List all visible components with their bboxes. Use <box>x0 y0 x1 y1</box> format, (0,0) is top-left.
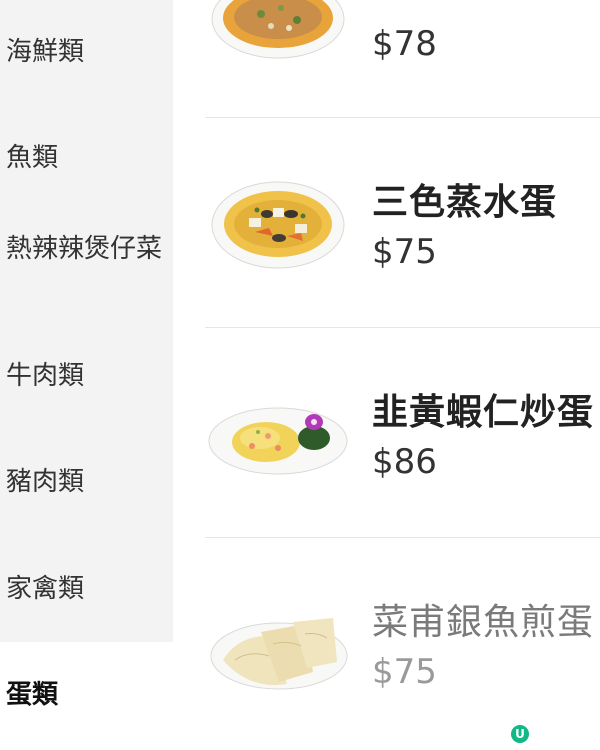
category-poultry[interactable]: 家禽類 <box>0 573 173 606</box>
category-claypot[interactable]: 熱辣辣煲仔菜 <box>0 233 173 266</box>
menu-list: $78 三色蒸水蛋 $75 韭黃蝦仁炒蛋 $86 菜甫銀魚煎蛋 $75 <box>173 0 600 750</box>
menu-item[interactable]: 韭黃蝦仁炒蛋 $86 <box>173 328 600 538</box>
dish-image <box>211 0 345 59</box>
category-pork[interactable]: 豬肉類 <box>0 466 173 499</box>
dish-price: $78 <box>372 24 437 64</box>
category-beef[interactable]: 牛肉類 <box>0 360 173 393</box>
dish-name: 菜甫銀魚煎蛋 <box>372 602 595 643</box>
dish-name: 韭黃蝦仁炒蛋 <box>372 392 595 433</box>
menu-item[interactable]: 菜甫銀魚煎蛋 $75 <box>173 538 600 748</box>
category-seafood[interactable]: 海鮮類 <box>0 36 173 69</box>
dish-name: 三色蒸水蛋 <box>372 182 558 223</box>
dish-price: $75 <box>372 232 437 272</box>
dish-price: $75 <box>372 652 437 692</box>
category-sidebar: 海鮮類 魚類 熱辣辣煲仔菜 牛肉類 豬肉類 家禽類 蛋類 <box>0 0 173 750</box>
category-fish[interactable]: 魚類 <box>0 142 173 175</box>
dish-price: $86 <box>372 442 437 482</box>
dish-image <box>211 181 345 269</box>
dish-image <box>210 618 348 690</box>
dish-image <box>208 407 348 475</box>
category-eggs[interactable]: 蛋類 <box>0 642 173 750</box>
app-badge-icon: U <box>511 725 529 743</box>
menu-item[interactable]: $78 <box>173 0 600 118</box>
menu-item[interactable]: 三色蒸水蛋 $75 <box>173 118 600 328</box>
